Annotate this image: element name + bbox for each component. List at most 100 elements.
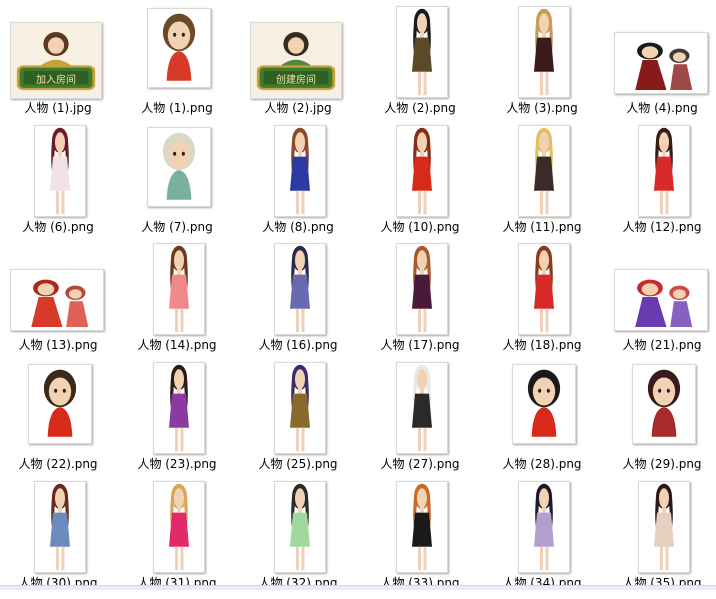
file-name-label: 人物 (6).png (22, 220, 94, 234)
file-item[interactable]: 人物 (30).png (0, 479, 116, 599)
file-item[interactable]: 人物 (31).png (119, 479, 235, 599)
file-thumbnail (274, 481, 326, 573)
file-name-label: 人物 (1).png (141, 101, 213, 115)
file-name-label: 人物 (27).png (380, 457, 460, 471)
file-thumbnail (274, 125, 326, 217)
file-thumbnail: 创建房间 (250, 22, 342, 99)
character-thumbnail-icon (654, 483, 674, 571)
file-item[interactable]: 加入房间人物 (1).jpg (0, 4, 116, 124)
character-thumbnail-icon (31, 279, 89, 327)
file-item[interactable]: 人物 (28).png (484, 360, 600, 480)
file-name-label: 人物 (16).png (258, 338, 338, 352)
character-thumbnail-icon (50, 127, 70, 215)
file-name-label: 人物 (18).png (502, 338, 582, 352)
character-thumbnail-icon (290, 127, 310, 215)
horizontal-scrollbar-edge[interactable] (0, 585, 716, 590)
file-item[interactable]: 创建房间 人物 (2).jpg (240, 4, 356, 124)
banner-text: 创建房间 (276, 75, 316, 86)
character-thumbnail-icon (647, 369, 681, 437)
file-item[interactable]: 人物 (29).png (604, 360, 716, 480)
file-item[interactable]: 人物 (4).png (604, 4, 716, 124)
file-thumbnail (518, 243, 570, 335)
file-thumbnail (512, 364, 576, 444)
file-icon-grid: 加入房间 人物 (1).jpg 人物 (1).png 创建房间 人物 (2).jpg 人物… (0, 0, 716, 590)
file-name-label: 人物 (23).png (137, 457, 217, 471)
character-thumbnail-icon (290, 245, 310, 333)
file-thumbnail (614, 32, 708, 94)
character-thumbnail-icon (162, 13, 196, 81)
character-thumbnail-icon (50, 483, 70, 571)
character-thumbnail-icon (412, 245, 432, 333)
file-name-label: 人物 (11).png (502, 220, 582, 234)
file-name-label: 人物 (17).png (380, 338, 460, 352)
file-name-label: 人物 (13).png (18, 338, 98, 352)
file-item[interactable]: 人物 (11).png (484, 123, 600, 243)
file-thumbnail (28, 364, 92, 444)
character-thumbnail-icon (534, 127, 554, 215)
file-thumbnail (147, 127, 211, 207)
file-thumbnail (518, 481, 570, 573)
file-name-label: 人物 (3).png (506, 101, 578, 115)
file-item[interactable]: 人物 (25).png (240, 360, 356, 480)
file-thumbnail: 加入房间 (10, 22, 102, 99)
character-thumbnail-icon (527, 369, 561, 437)
character-thumbnail-icon (162, 132, 196, 200)
file-item[interactable]: 人物 (6).png (0, 123, 116, 243)
file-name-label: 人物 (28).png (502, 457, 582, 471)
character-thumbnail-icon (169, 483, 189, 571)
file-item[interactable]: 人物 (27).png (362, 360, 478, 480)
file-thumbnail (34, 125, 86, 217)
character-thumbnail-icon (412, 127, 432, 215)
file-name-label: 人物 (22).png (18, 457, 98, 471)
file-item[interactable]: 人物 (18).png (484, 241, 600, 361)
character-thumbnail-icon (635, 279, 693, 327)
file-thumbnail (34, 481, 86, 573)
file-thumbnail (396, 362, 448, 454)
character-thumbnail-icon (169, 245, 189, 333)
character-thumbnail-icon (251, 23, 341, 98)
file-item[interactable]: 人物 (14).png (119, 241, 235, 361)
file-item[interactable]: 人物 (10).png (362, 123, 478, 243)
character-thumbnail-icon (534, 8, 554, 96)
file-item[interactable]: 人物 (1).png (119, 4, 235, 124)
file-item[interactable]: 人物 (2).png (362, 4, 478, 124)
file-thumbnail (518, 125, 570, 217)
file-thumbnail (153, 362, 205, 454)
character-thumbnail-icon (43, 369, 77, 437)
character-thumbnail-icon (412, 8, 432, 96)
file-thumbnail (632, 364, 696, 444)
file-thumbnail (396, 125, 448, 217)
file-item[interactable]: 人物 (35).png (604, 479, 716, 599)
character-thumbnail-icon (11, 23, 101, 98)
file-item[interactable]: 人物 (33).png (362, 479, 478, 599)
file-thumbnail (396, 6, 448, 98)
file-name-label: 人物 (8).png (262, 220, 334, 234)
file-thumbnail (614, 269, 708, 331)
file-thumbnail (396, 243, 448, 335)
character-thumbnail-icon (412, 483, 432, 571)
file-item[interactable]: 人物 (23).png (119, 360, 235, 480)
file-item[interactable]: 人物 (16).png (240, 241, 356, 361)
file-name-label: 人物 (29).png (622, 457, 702, 471)
file-item[interactable]: 人物 (13).png (0, 241, 116, 361)
file-item[interactable]: 人物 (34).png (484, 479, 600, 599)
file-thumbnail (274, 362, 326, 454)
file-item[interactable]: 人物 (12).png (604, 123, 716, 243)
file-thumbnail (10, 269, 104, 331)
character-thumbnail-icon (412, 364, 432, 452)
file-name-label: 人物 (7).png (141, 220, 213, 234)
file-thumbnail (518, 6, 570, 98)
file-name-label: 人物 (14).png (137, 338, 217, 352)
file-name-label: 人物 (1).jpg (24, 101, 92, 115)
file-thumbnail (153, 481, 205, 573)
file-item[interactable]: 人物 (8).png (240, 123, 356, 243)
file-item[interactable]: 人物 (17).png (362, 241, 478, 361)
file-thumbnail (638, 125, 690, 217)
file-item[interactable]: 人物 (3).png (484, 4, 600, 124)
file-item[interactable]: 人物 (22).png (0, 360, 116, 480)
file-thumbnail (274, 243, 326, 335)
file-item[interactable]: 人物 (7).png (119, 123, 235, 243)
character-thumbnail-icon (534, 245, 554, 333)
file-item[interactable]: 人物 (32).png (240, 479, 356, 599)
file-item[interactable]: 人物 (21).png (604, 241, 716, 361)
